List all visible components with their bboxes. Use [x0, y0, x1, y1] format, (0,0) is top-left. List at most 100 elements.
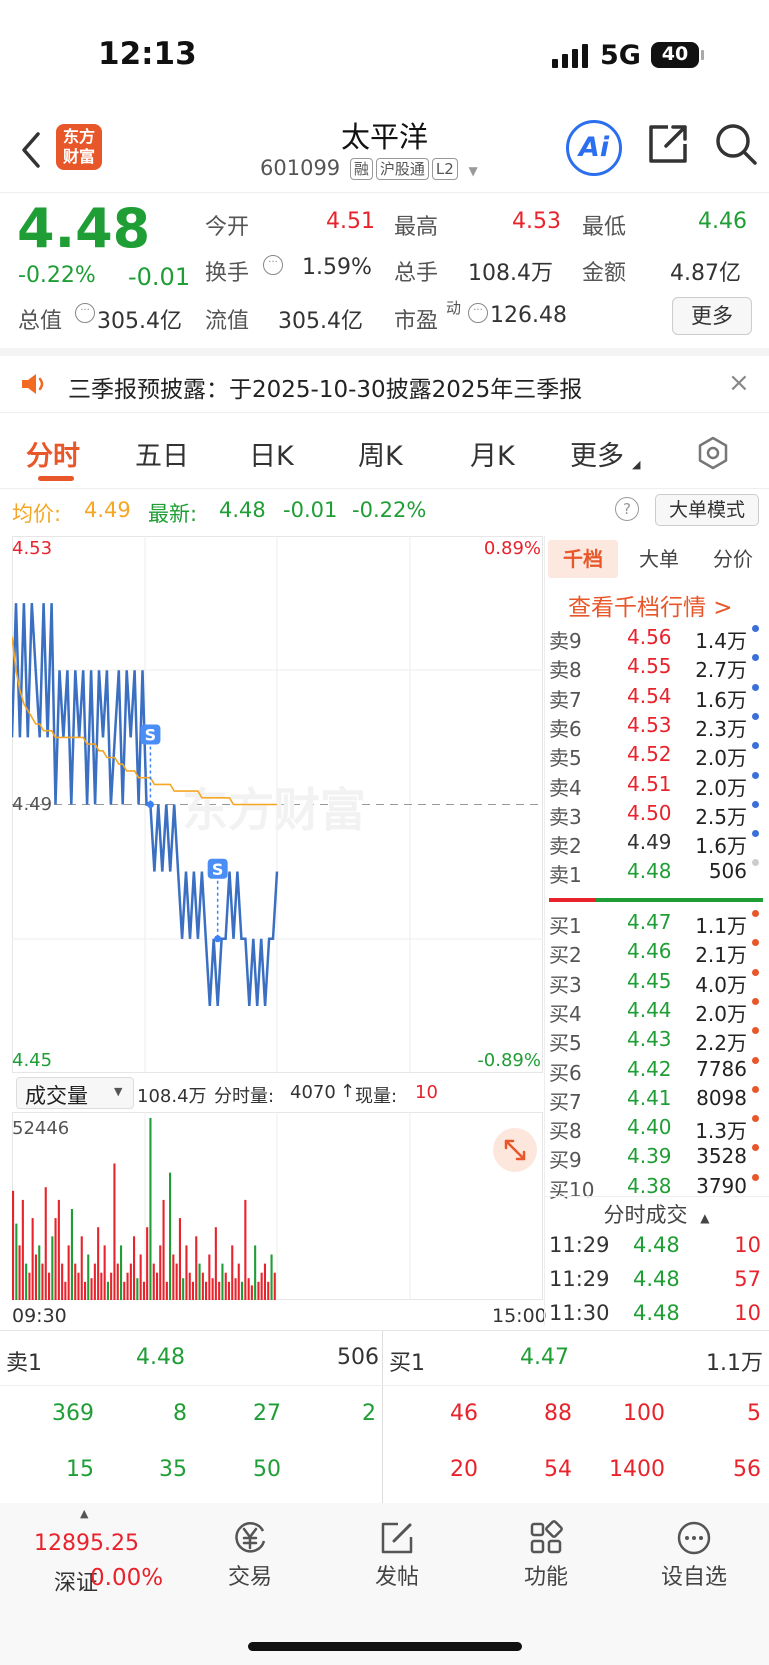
volume-bar — [234, 1278, 237, 1300]
tab-5day[interactable]: 五日 — [135, 434, 189, 473]
volume-max-label: 52446 — [12, 1118, 70, 1139]
edit-icon — [337, 1519, 457, 1557]
search-icon[interactable] — [714, 122, 758, 170]
nav-add-watchlist[interactable]: 设自选 — [634, 1519, 754, 1591]
price-chart[interactable]: 东方财富 S S 4.53 4.49 4.45 0.89% -0.89% — [12, 536, 543, 1073]
sell-marker-label: S — [145, 726, 157, 745]
stock-code-row[interactable]: 601099 融沪股通 L2 ▼ — [260, 156, 478, 180]
depth-buy-order: 100 — [623, 1401, 665, 1426]
sell-marker[interactable]: S — [140, 724, 161, 809]
volume-bar — [178, 1218, 181, 1300]
pe-info-icon[interactable]: ··· — [468, 303, 488, 323]
tick-volume-value: 4070 — [290, 1082, 336, 1103]
bid-row[interactable]: 买8 4.40 1.3万 — [549, 1115, 765, 1144]
tab-monthly[interactable]: 月K — [470, 434, 515, 473]
volume-bar — [129, 1263, 132, 1300]
volume-bar — [165, 1281, 168, 1300]
ask-row[interactable]: 卖9 4.56 1.4万 — [549, 625, 765, 654]
bid-dot-icon — [752, 1027, 759, 1035]
volume-bar — [44, 1187, 47, 1300]
more-button[interactable]: 更多 — [672, 297, 752, 335]
bid-volume: 8098 — [696, 1085, 747, 1110]
tab-weekly[interactable]: 周K — [358, 434, 403, 473]
ask-row[interactable]: 卖4 4.51 2.0万 — [549, 771, 765, 801]
volume-bar — [218, 1281, 221, 1300]
nav-trade[interactable]: 交易 — [190, 1519, 310, 1591]
volume-bar — [116, 1263, 119, 1300]
tab-daily[interactable]: 日K — [249, 434, 294, 473]
nav-post[interactable]: 发帖 — [337, 1519, 457, 1591]
nav-functions-label: 功能 — [523, 1565, 568, 1590]
volume-bar — [237, 1263, 240, 1300]
share-icon[interactable] — [646, 122, 690, 170]
float-label: 流值 — [205, 309, 250, 334]
ask-row[interactable]: 卖1 4.48 506 — [549, 859, 765, 888]
ask-row[interactable]: 卖5 4.52 2.0万 — [549, 742, 765, 771]
depth-sell-order: 50 — [253, 1457, 281, 1482]
trades-header[interactable]: 分时成交 ▲ — [544, 1199, 769, 1229]
notice-bar[interactable]: 三季报预披露：于2025-10-30披露2025年三季报 × — [0, 356, 769, 413]
latest-pct: -0.22% — [352, 498, 427, 522]
trade-price: 4.48 — [633, 1267, 680, 1291]
nav-functions[interactable]: 功能 — [486, 1519, 606, 1591]
tab-thousand[interactable]: 千档 — [548, 540, 618, 578]
tab-more[interactable]: 更多 — [570, 434, 624, 473]
tab-large-order[interactable]: 大单 — [624, 540, 694, 578]
ask-row[interactable]: 卖7 4.54 1.6万 — [549, 683, 765, 713]
trade-volume: 10 — [734, 1233, 761, 1257]
volume-selector[interactable]: 成交量 ▼ — [16, 1077, 134, 1109]
depth-buy-order: 54 — [544, 1457, 572, 1482]
tag-connect: 沪股通 — [375, 158, 429, 180]
large-order-mode-button[interactable]: 大单模式 — [655, 494, 759, 526]
close-icon[interactable]: × — [728, 368, 750, 398]
bid-row[interactable]: 买9 4.39 3528 — [549, 1144, 765, 1173]
volume-bar — [185, 1245, 188, 1300]
bid-label: 买7 — [549, 1089, 582, 1114]
bid-row[interactable]: 买5 4.43 2.2万 — [549, 1027, 765, 1056]
stock-code: 601099 — [260, 156, 341, 180]
bid-row[interactable]: 买2 4.46 2.1万 — [549, 939, 765, 968]
expand-icon[interactable] — [493, 1128, 537, 1172]
settings-icon[interactable] — [696, 436, 730, 474]
ask-volume: 2.3万 — [695, 716, 747, 741]
bid-row[interactable]: 买6 4.42 7786 — [549, 1056, 765, 1086]
latest-label: 最新: — [148, 502, 198, 526]
chart-info-row: 均价: 4.49 最新: 4.48 -0.01 -0.22% ? 大单模式 — [0, 494, 769, 528]
tab-intraday[interactable]: 分时 — [26, 434, 80, 473]
pe-sup: 动 — [446, 299, 462, 317]
index-ticker[interactable]: ▲ 12895.25 深证 0.00% — [20, 1507, 180, 1607]
ask-dot-icon — [752, 800, 759, 808]
bid-label: 买2 — [549, 943, 582, 968]
turnover-value: 1.59% — [302, 255, 372, 280]
volume-bar — [80, 1236, 83, 1300]
bid-row[interactable]: 买7 4.41 8098 — [549, 1085, 765, 1115]
volume-bar — [136, 1278, 139, 1300]
bid-row[interactable]: 买4 4.44 2.0万 — [549, 997, 765, 1027]
turnover-info-icon[interactable]: ··· — [263, 255, 283, 275]
bid-price: 4.39 — [627, 1144, 672, 1169]
volume-label: 总手 — [394, 261, 439, 286]
ask-price: 4.48 — [627, 859, 672, 884]
ask-row[interactable]: 卖8 4.55 2.7万 — [549, 654, 765, 683]
ai-button[interactable]: Ai — [566, 120, 622, 176]
bid-volume: 2.0万 — [695, 1001, 747, 1026]
sell-marker[interactable]: S — [207, 858, 228, 943]
index-value: 12895.25 — [34, 1531, 139, 1556]
trade-row: 11:30 4.48 10 — [549, 1301, 765, 1330]
volume-chart[interactable]: 52446 — [12, 1112, 543, 1300]
bid-label: 买3 — [549, 972, 582, 997]
ask-row[interactable]: 卖2 4.49 1.6万 — [549, 830, 765, 859]
bid-dot-icon — [752, 910, 759, 917]
depth-sell-price: 4.48 — [136, 1345, 185, 1370]
depth-buy-order: 20 — [450, 1457, 478, 1482]
ask-row[interactable]: 卖6 4.53 2.3万 — [549, 712, 765, 742]
help-icon[interactable]: ? — [615, 497, 639, 521]
ask-volume: 2.0万 — [695, 746, 747, 771]
depth-buy-order: 1400 — [609, 1457, 665, 1482]
ask-row[interactable]: 卖3 4.50 2.5万 — [549, 800, 765, 830]
bid-row[interactable]: 买1 4.47 1.1万 — [549, 910, 765, 939]
thousand-quote-link[interactable]: 查看千档行情 > — [568, 588, 733, 622]
bid-row[interactable]: 买3 4.45 4.0万 — [549, 968, 765, 998]
tab-price-dist[interactable]: 分价 — [696, 540, 769, 578]
mktcap-info-icon[interactable]: ··· — [75, 303, 95, 323]
